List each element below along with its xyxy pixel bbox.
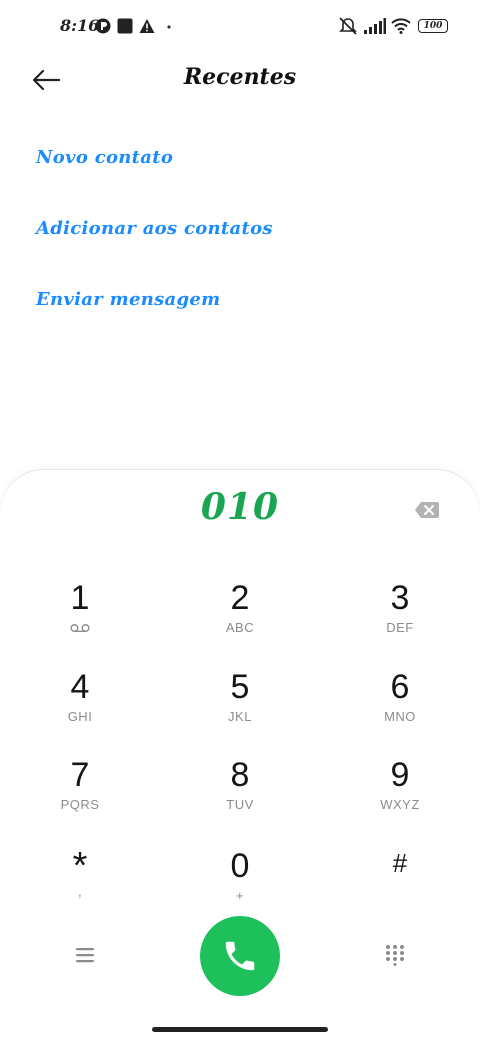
home-indicator[interactable] xyxy=(152,1027,328,1032)
call-button[interactable] xyxy=(200,916,280,996)
menu-icon xyxy=(76,948,94,963)
key-digit: * xyxy=(72,845,88,887)
key-hash[interactable]: # xyxy=(340,846,460,922)
key-digit: # xyxy=(392,848,408,878)
send-message-link[interactable]: Enviar mensagem xyxy=(36,289,220,310)
warning-icon xyxy=(139,19,155,33)
key-letters: DEF xyxy=(386,620,414,635)
app-notification-icon xyxy=(95,18,111,34)
backspace-button[interactable] xyxy=(410,496,444,524)
key-letters: WXYZ xyxy=(380,797,420,812)
key-5[interactable]: 5 JKL xyxy=(180,667,300,743)
key-9[interactable]: 9 WXYZ xyxy=(340,755,460,831)
square-notification-icon xyxy=(117,18,133,34)
phone-icon xyxy=(225,941,255,971)
key-2[interactable]: 2 ABC xyxy=(180,578,300,654)
add-to-contacts-link[interactable]: Adicionar aos contatos xyxy=(36,218,273,239)
status-time: 8:16 xyxy=(60,16,100,35)
dialed-number: 010 xyxy=(200,486,280,528)
voicemail-icon xyxy=(70,624,90,633)
key-digit: 1 xyxy=(70,579,90,617)
key-7[interactable]: 7 PQRS xyxy=(20,755,140,831)
page-title: Recentes xyxy=(183,64,297,90)
key-4[interactable]: 4 GHI xyxy=(20,667,140,743)
key-letters: PQRS xyxy=(60,797,100,812)
key-digit: 2 xyxy=(230,579,250,617)
key-letters: + xyxy=(235,888,245,903)
key-digit: 6 xyxy=(390,668,410,706)
status-bar: 8:16 100 xyxy=(0,0,480,56)
key-letters: TUV xyxy=(226,797,254,812)
key-6[interactable]: 6 MNO xyxy=(340,667,460,743)
key-digit: 3 xyxy=(390,579,410,617)
key-8[interactable]: 8 TUV xyxy=(180,755,300,831)
signal-icon xyxy=(364,18,386,34)
battery-level: 100 xyxy=(423,21,443,31)
dot-icon xyxy=(167,25,171,29)
key-letters: GHI xyxy=(67,709,93,724)
key-digit: 4 xyxy=(70,668,90,706)
dialpad-icon xyxy=(386,945,404,966)
battery-icon: 100 xyxy=(418,19,448,33)
backspace-icon xyxy=(415,502,439,518)
new-contact-link[interactable]: Novo contato xyxy=(36,147,173,168)
muted-icon xyxy=(339,17,357,35)
menu-button[interactable] xyxy=(66,936,104,974)
key-digit: 8 xyxy=(230,756,250,794)
key-digit: 9 xyxy=(390,756,410,794)
key-letters: ABC xyxy=(225,620,255,635)
key-0[interactable]: 0 + xyxy=(180,846,300,922)
key-digit: 5 xyxy=(230,668,250,706)
key-letters: JKL xyxy=(228,709,252,724)
wifi-icon xyxy=(391,18,411,34)
key-3[interactable]: 3 DEF xyxy=(340,578,460,654)
key-digit: 0 xyxy=(230,847,250,885)
key-digit: 7 xyxy=(70,756,90,794)
key-star[interactable]: * , xyxy=(20,846,140,922)
key-letters: , xyxy=(77,884,83,899)
dialpad-toggle-button[interactable] xyxy=(376,936,414,974)
key-1[interactable]: 1 xyxy=(20,578,140,654)
key-letters: MNO xyxy=(384,709,416,724)
